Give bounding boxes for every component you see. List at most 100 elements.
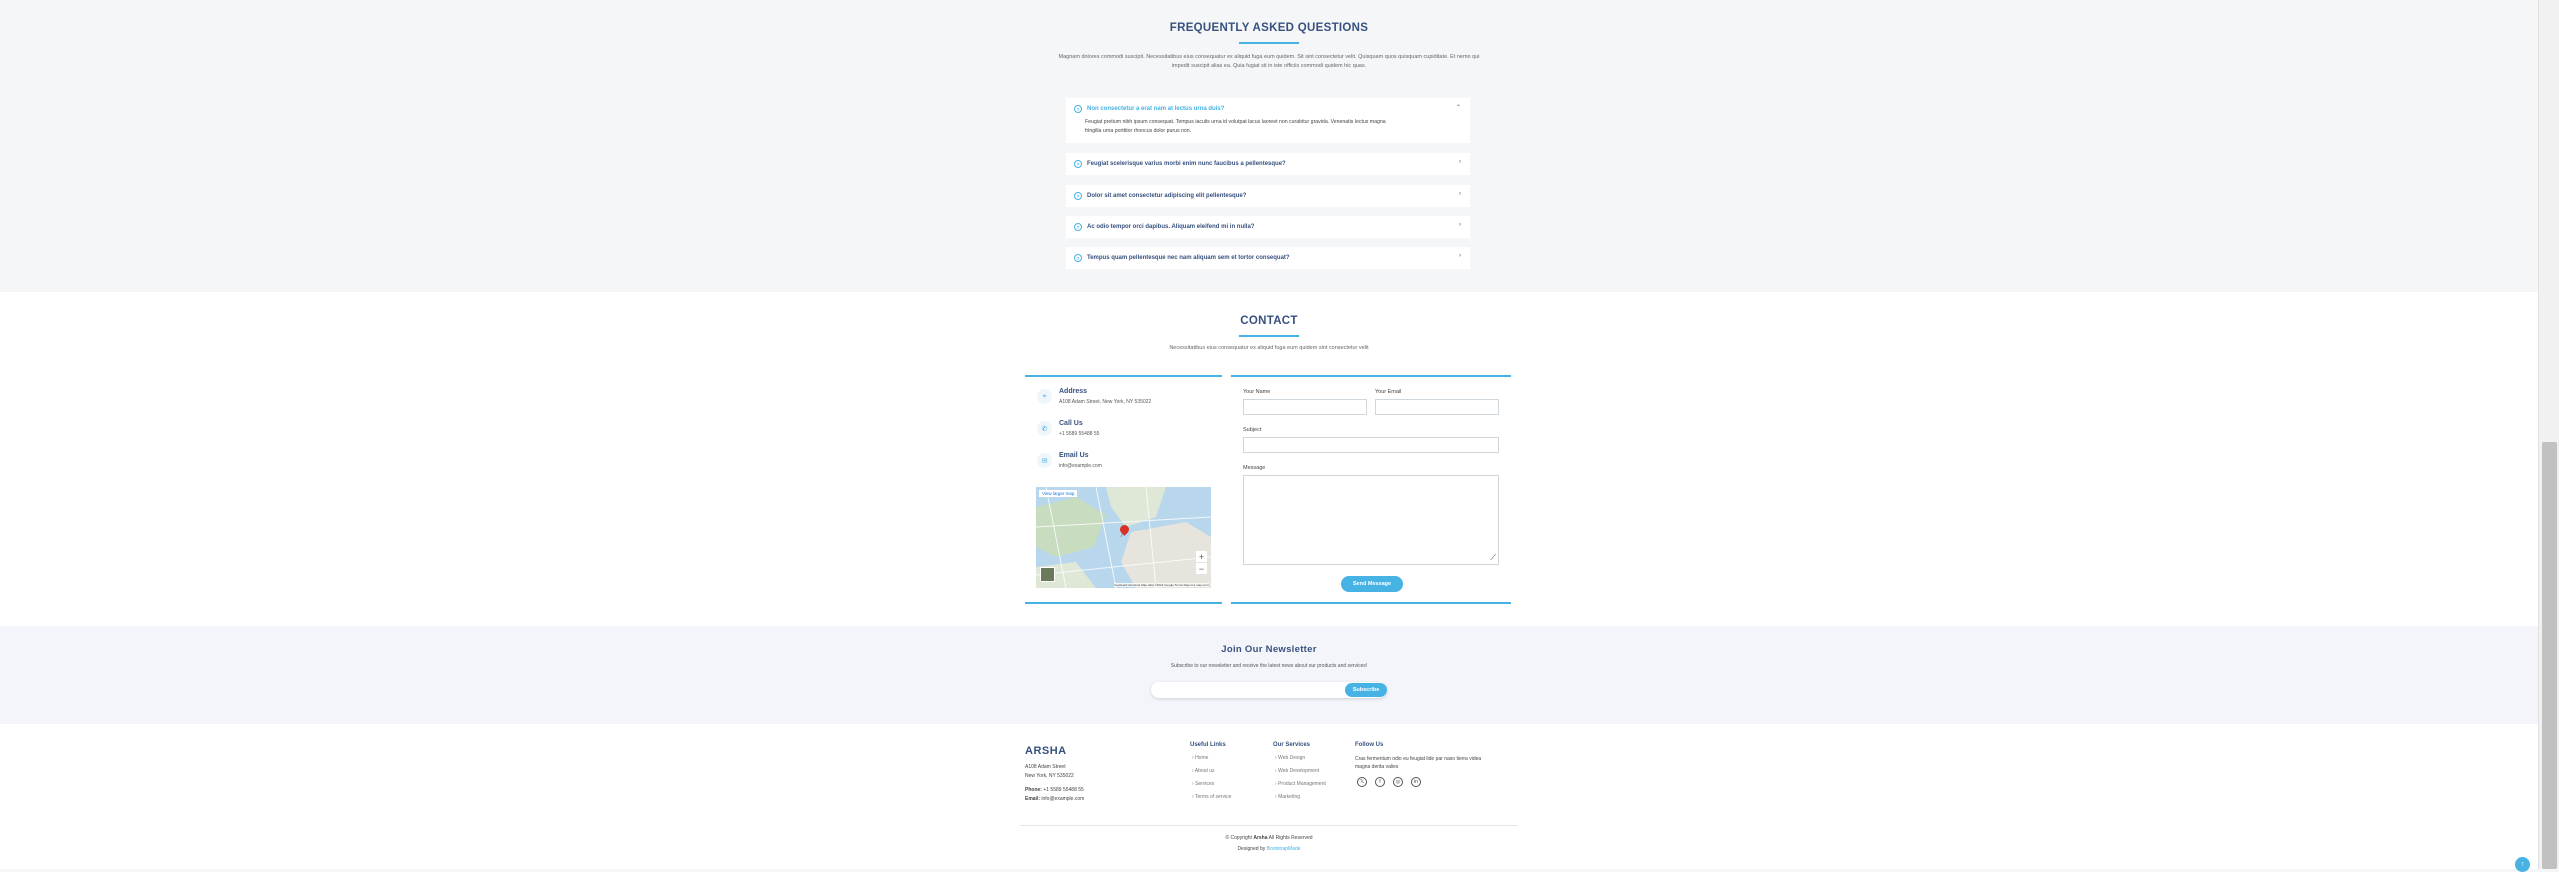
faq-title: FREQUENTLY ASKED QUESTIONS xyxy=(1169,22,1369,34)
footer-email-value: info@example.com xyxy=(1041,796,1085,802)
our-services-title: Our Services xyxy=(1273,742,1311,748)
footer-link-web-development[interactable]: › Web Development xyxy=(1275,768,1319,774)
faq-question[interactable]: ? Dolor sit amet consectetur adipiscing … xyxy=(1074,192,1246,200)
faq-item[interactable]: ? Ac odio tempor orci dapibus. Aliquam e… xyxy=(1066,216,1470,238)
footer-link-label: Services xyxy=(1195,781,1215,787)
address-value: A108 Adam Street, New York, NY 535022 xyxy=(1059,399,1152,405)
question-circle-icon: ? xyxy=(1074,223,1082,231)
footer-phone: Phone: +1 5589 55488 55 xyxy=(1025,787,1084,793)
arrow-up-icon: ↑ xyxy=(2520,861,2525,868)
subject-label: Subject xyxy=(1243,427,1262,433)
scrollbar-thumb[interactable] xyxy=(2542,442,2557,869)
copyright-prefix: © Copyright xyxy=(1225,835,1252,841)
faq-question-text: Ac odio tempor orci dapibus. Aliquam ele… xyxy=(1087,224,1255,230)
map-zoom-out-button[interactable]: − xyxy=(1196,563,1207,574)
map-zoom-in-button[interactable]: + xyxy=(1196,551,1207,562)
chevron-right-icon[interactable]: › xyxy=(1459,222,1461,228)
call-label: Call Us xyxy=(1059,420,1083,427)
footer-link-label: Product Management xyxy=(1278,781,1326,787)
subject-input[interactable] xyxy=(1243,437,1499,453)
linkedin-icon[interactable]: in xyxy=(1411,777,1421,787)
chevron-right-icon[interactable]: › xyxy=(1459,253,1461,259)
footer-link-home[interactable]: › Home xyxy=(1192,755,1208,761)
designed-by-link[interactable]: BootstrapMade xyxy=(1267,846,1301,852)
footer-link-label: Home xyxy=(1195,755,1209,761)
faq-question[interactable]: ? Non consectetur a erat nam at lectus u… xyxy=(1074,105,1224,113)
faq-question[interactable]: ? Feugiat scelerisque varius morbi enim … xyxy=(1074,160,1286,168)
faq-question-text: Non consectetur a erat nam at lectus urn… xyxy=(1087,106,1225,112)
send-message-button[interactable]: Send Message xyxy=(1341,576,1403,592)
footer-link-label: Web Design xyxy=(1278,755,1306,761)
faq-title-underline xyxy=(1239,42,1299,44)
copyright-suffix: All Rights Reserved xyxy=(1268,835,1313,841)
email-label: Email Us xyxy=(1059,452,1089,459)
faq-question[interactable]: ? Ac odio tempor orci dapibus. Aliquam e… xyxy=(1074,223,1254,231)
copyright: © Copyright Arsha All Rights Reserved xyxy=(0,835,2538,841)
contact-title-underline xyxy=(1239,335,1299,337)
footer-email: Email: info@example.com xyxy=(1025,796,1084,802)
footer-link-product-management[interactable]: › Product Management xyxy=(1275,781,1326,787)
footer-link-marketing[interactable]: › Marketing xyxy=(1275,794,1300,800)
designed-by: Designed by BootstrapMade xyxy=(0,846,2538,852)
email-input[interactable] xyxy=(1375,399,1499,415)
resize-handle-icon[interactable]: ⟋ xyxy=(1490,553,1496,563)
chevron-right-icon[interactable]: › xyxy=(1459,191,1461,197)
faq-item[interactable]: ? Tempus quam pellentesque nec nam aliqu… xyxy=(1066,247,1470,269)
call-value: +1 5589 55488 55 xyxy=(1059,431,1100,437)
footer-link-about[interactable]: › About us xyxy=(1192,768,1215,774)
footer-link-services[interactable]: › Services xyxy=(1192,781,1214,787)
scroll-top-button[interactable]: ↑ xyxy=(2515,857,2530,872)
footer-address-line1: A108 Adam Street xyxy=(1025,764,1066,770)
envelope-icon: ✉ xyxy=(1037,453,1052,468)
footer-link-label: Terms of service xyxy=(1194,794,1232,800)
facebook-icon[interactable]: f xyxy=(1375,777,1385,787)
faq-intro-line1: Magnam dolores commodi suscipit. Necessi… xyxy=(1058,54,1480,60)
faq-answer: Feugiat pretium nibh ipsum consequat. Te… xyxy=(1085,118,1457,135)
footer-phone-value: +1 5589 55488 55 xyxy=(1043,787,1084,793)
x-twitter-icon[interactable]: 𝕏 xyxy=(1357,777,1367,787)
faq-answer-line1: Feugiat pretium nibh ipsum consequat. Te… xyxy=(1085,119,1386,125)
faq-item[interactable]: ? Non consectetur a erat nam at lectus u… xyxy=(1066,98,1470,143)
copyright-brand: Arsha xyxy=(1253,835,1268,841)
name-input[interactable] xyxy=(1243,399,1367,415)
instagram-icon[interactable]: ◎ xyxy=(1393,777,1403,787)
newsletter-subtitle: Subscribe to our newsletter and receive … xyxy=(1170,663,1368,669)
contact-section: CONTACT Necessitatibus eius consequatur … xyxy=(0,292,2538,626)
faq-question-text: Tempus quam pellentesque nec nam aliquam… xyxy=(1087,255,1290,261)
footer-link-label: Web Development xyxy=(1278,768,1320,774)
message-label: Message xyxy=(1243,465,1266,471)
map-satellite-thumbnail[interactable] xyxy=(1040,567,1055,582)
scrollbar-track[interactable] xyxy=(2538,0,2559,869)
footer-address-line2: New York, NY 535022 xyxy=(1025,773,1074,779)
footer-link-label: About us xyxy=(1194,768,1215,774)
map-view-larger-link[interactable]: View larger map xyxy=(1039,490,1078,497)
designed-by-prefix: Designed by xyxy=(1237,846,1266,852)
footer-link-web-design[interactable]: › Web Design xyxy=(1275,755,1305,761)
faq-question[interactable]: ? Tempus quam pellentesque nec nam aliqu… xyxy=(1074,254,1290,262)
newsletter-section: Join Our Newsletter Subscribe to our new… xyxy=(0,626,2538,724)
faq-intro: Magnam dolores commodi suscipit. Necessi… xyxy=(0,53,2538,71)
follow-us-title: Follow Us xyxy=(1355,742,1384,748)
faq-item[interactable]: ? Feugiat scelerisque varius morbi enim … xyxy=(1066,153,1470,175)
useful-links-title: Useful Links xyxy=(1190,742,1226,748)
follow-us-text-line1: Cras fermentum odio eu feugiat lide par … xyxy=(1355,756,1482,762)
subscribe-button[interactable]: Subscribe xyxy=(1345,683,1387,697)
chevron-right-icon[interactable]: › xyxy=(1459,159,1461,165)
contact-info-panel: ⌖ Address A108 Adam Street, New York, NY… xyxy=(1025,375,1222,604)
map-embed[interactable]: View larger map + − Keyboard shortcuts M… xyxy=(1036,487,1211,588)
footer-link-terms[interactable]: › Terms of service xyxy=(1192,794,1231,800)
faq-question-text: Feugiat scelerisque varius morbi enim nu… xyxy=(1087,161,1286,167)
contact-title: CONTACT xyxy=(1240,315,1298,327)
email-value: info@example.com xyxy=(1059,463,1102,469)
map-pin-icon: ⌖ xyxy=(1037,389,1052,404)
contact-form-panel: Your Name Your Email Subject Message ⟋ S… xyxy=(1231,375,1511,604)
map-graphic xyxy=(1036,487,1211,588)
follow-us-text-line2: magna derita valies xyxy=(1355,764,1399,770)
faq-item[interactable]: ? Dolor sit amet consectetur adipiscing … xyxy=(1066,185,1470,207)
chevron-up-icon[interactable]: ⌃ xyxy=(1456,104,1461,111)
contact-intro: Necessitatibus eius consequatur ex aliqu… xyxy=(1169,345,1369,351)
footer: ARSHA A108 Adam Street New York, NY 5350… xyxy=(0,724,2538,869)
faq-intro-line2: impedit suscipit alias ea. Quia fugiat s… xyxy=(1171,63,1367,69)
newsletter-title: Join Our Newsletter xyxy=(1221,644,1317,655)
message-textarea[interactable]: ⟋ xyxy=(1243,475,1499,565)
